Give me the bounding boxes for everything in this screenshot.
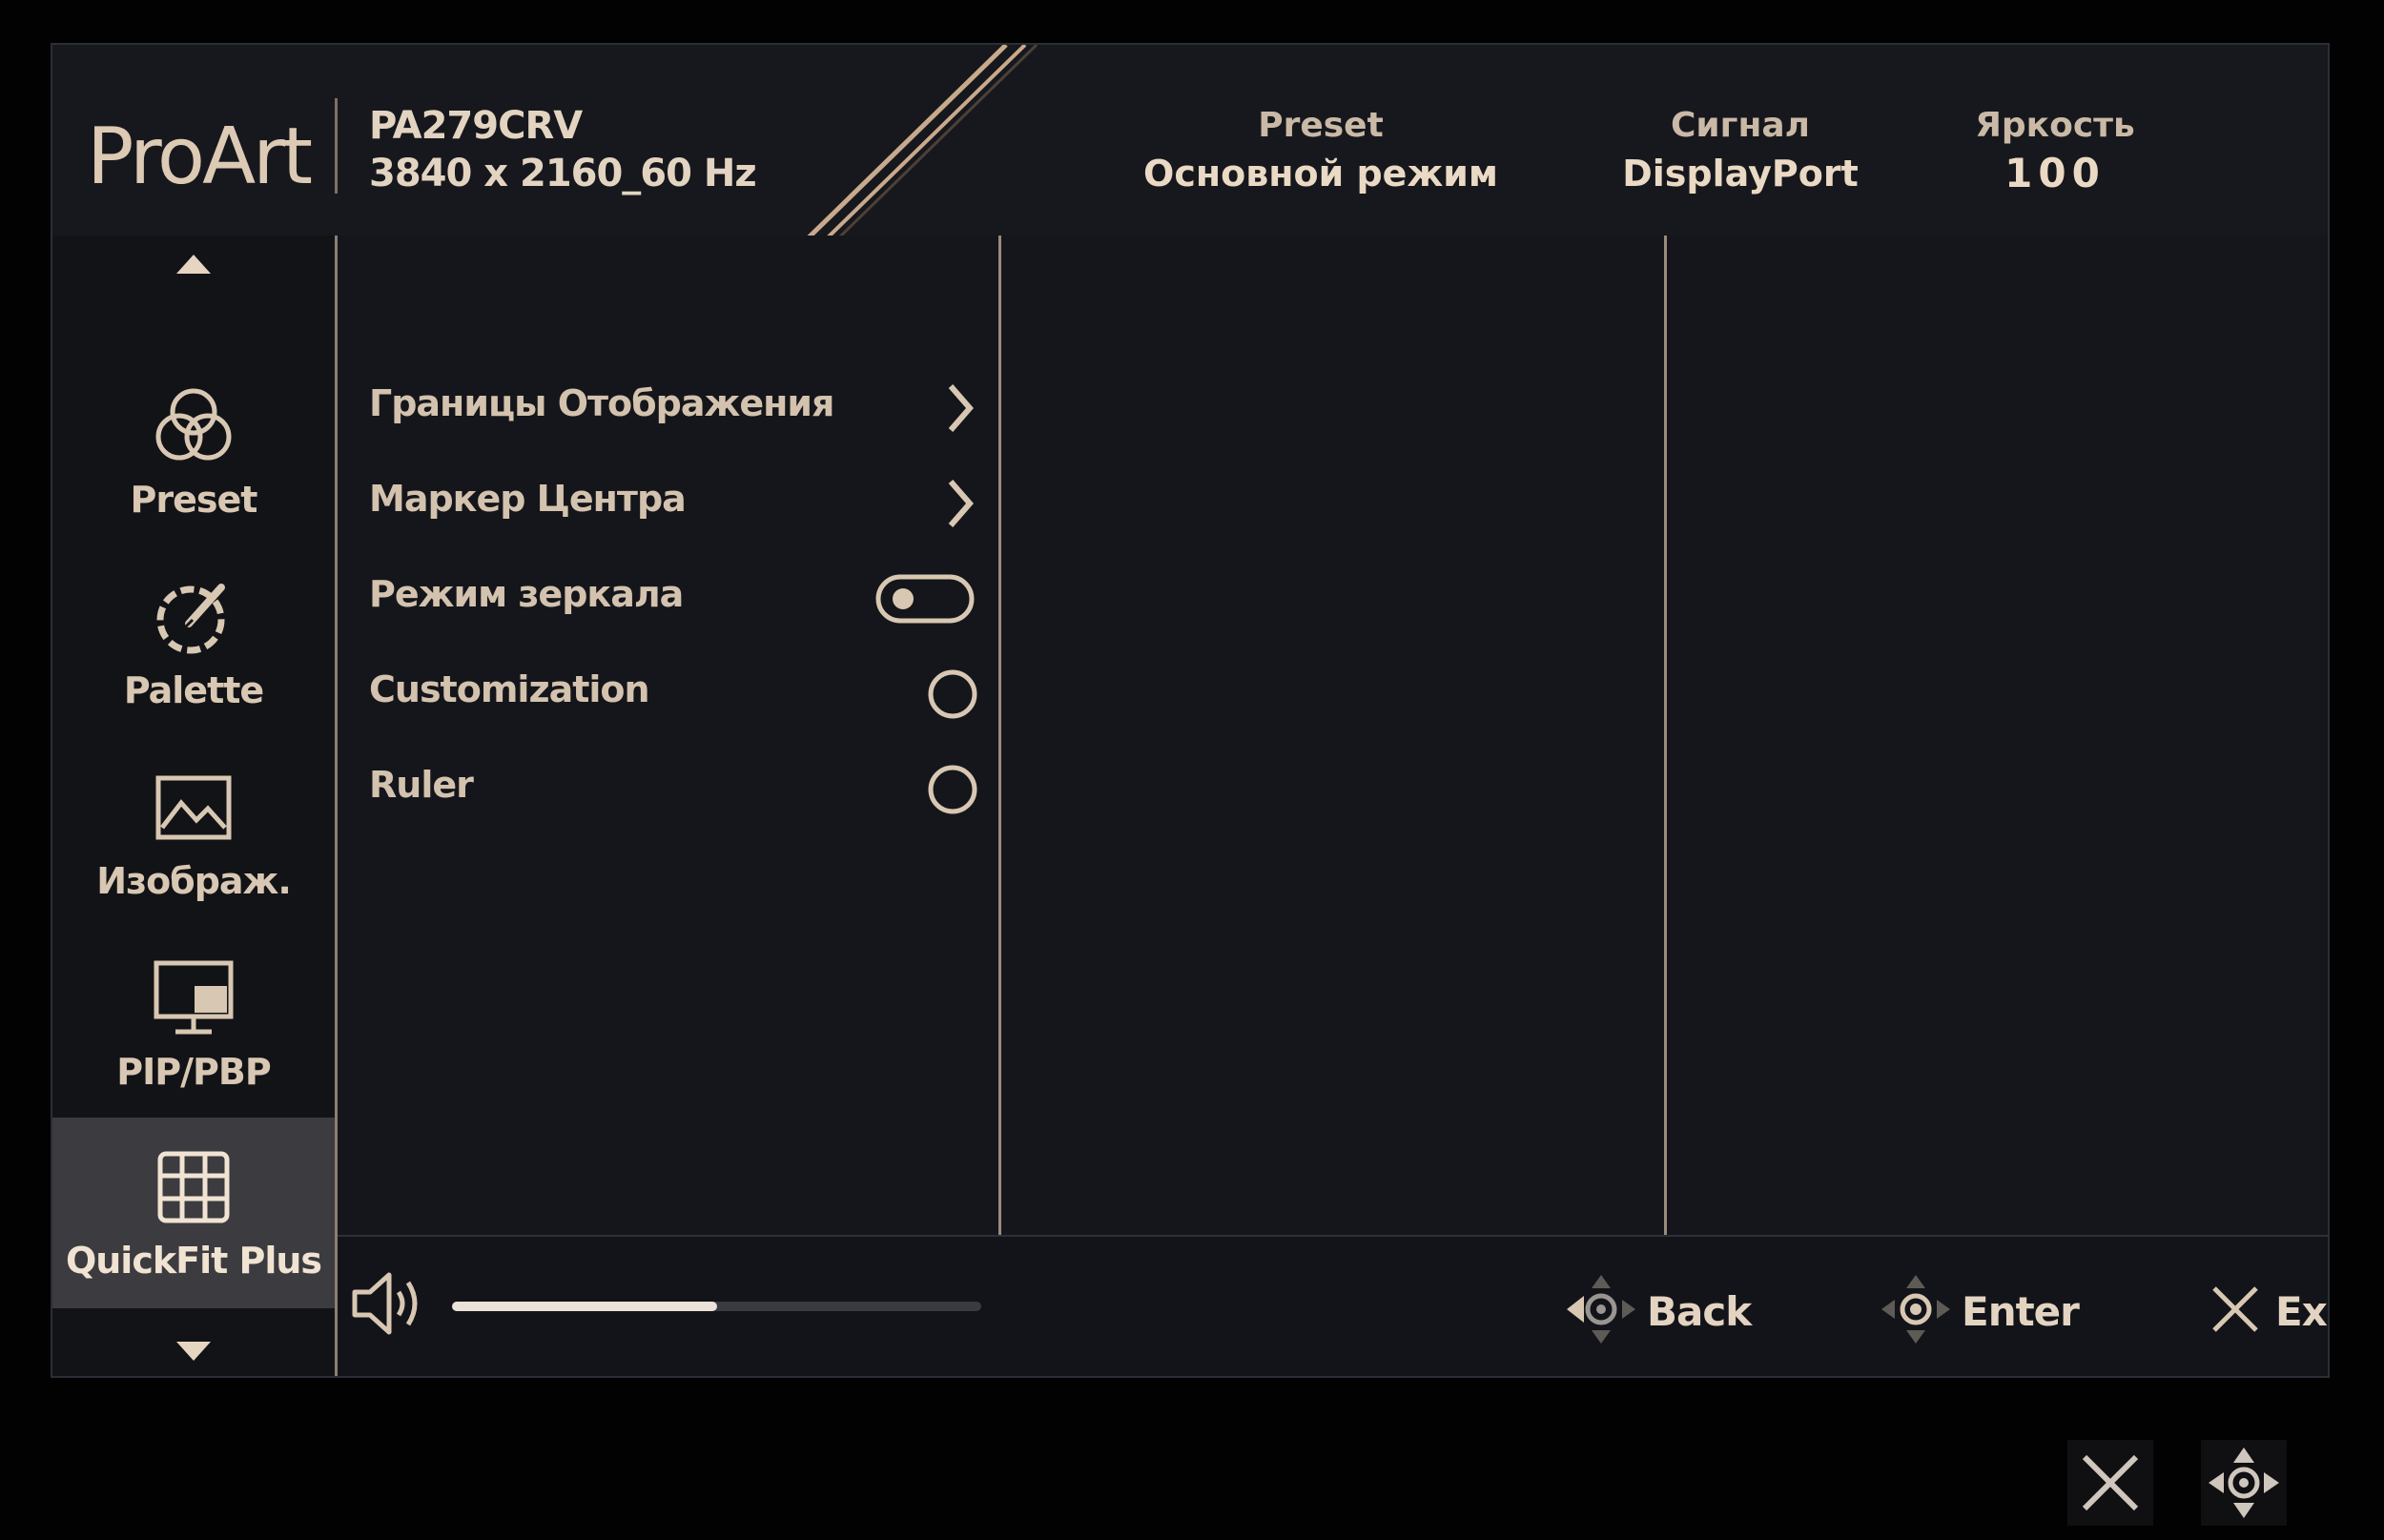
header-brightness-info: Яркость 100	[1950, 102, 2160, 197]
signal-value: DisplayPort	[1622, 153, 1859, 195]
sidebar-item-preset[interactable]: Preset	[52, 374, 335, 565]
sidebar-item-label: QuickFit Plus	[65, 1240, 322, 1282]
preset-value: Основной режим	[1143, 153, 1498, 195]
volume-speaker-icon	[352, 1272, 418, 1335]
preset-label: Preset	[1258, 106, 1384, 145]
preset-rings-icon	[155, 388, 232, 461]
volume-slider[interactable]	[452, 1302, 981, 1311]
radio-button-empty[interactable]	[874, 756, 979, 823]
sidebar-divider	[335, 236, 338, 1376]
hardware-joystick-icon	[2201, 1440, 2287, 1526]
hardware-close-icon	[2067, 1440, 2153, 1526]
sidebar-item-image[interactable]: Изображ.	[52, 755, 335, 946]
enter-label: Enter	[1962, 1288, 2080, 1335]
sidebar-item-label: PIP/PBP	[116, 1051, 271, 1093]
header-preset-info: Preset Основной режим	[1130, 102, 1511, 197]
joystick-press-icon	[1881, 1275, 1950, 1344]
back-button[interactable]: Back	[1563, 1265, 1754, 1351]
exit-label: Exit	[2275, 1288, 2328, 1335]
volume-slider-fill	[452, 1302, 717, 1311]
scroll-up-arrow-icon[interactable]	[52, 245, 335, 284]
back-label: Back	[1647, 1288, 1752, 1335]
header-signal-info: Сигнал DisplayPort	[1616, 102, 1864, 197]
menu-item-ruler[interactable]: Ruler	[369, 750, 979, 827]
sidebar-item-palette[interactable]: Palette	[52, 565, 335, 755]
enter-button[interactable]: Enter	[1878, 1265, 2087, 1351]
sidebar-item-label: Preset	[130, 479, 258, 521]
osd-footer: Back Enter Exit	[338, 1235, 2328, 1376]
sidebar-item-label: Palette	[123, 669, 264, 711]
chevron-right-icon	[948, 480, 974, 527]
sidebar-item-label: Изображ.	[96, 860, 292, 902]
osd-sidebar: Preset Palette Изображ. PIP/PBP QuickFit…	[52, 236, 335, 1376]
osd-header: ProArt PA279CRV 3840 x 2160_60 Hz Preset…	[52, 45, 2328, 236]
grid-icon	[157, 1151, 230, 1223]
model-info: PA279CRV 3840 x 2160_60 Hz	[369, 102, 757, 197]
menu-item-mirror-mode[interactable]: Режим зеркала	[369, 560, 979, 636]
menu-item-label: Customization	[369, 668, 650, 710]
menu-item-center-marker[interactable]: Маркер Центра	[369, 464, 979, 541]
palette-icon	[156, 584, 225, 654]
brand-logo: ProArt	[87, 112, 313, 202]
model-name: PA279CRV	[369, 104, 583, 148]
resolution-readout: 3840 x 2160_60 Hz	[369, 152, 757, 195]
menu-item-label: Режим зеркала	[369, 573, 684, 615]
sidebar-item-quickfit-plus[interactable]: QuickFit Plus	[52, 1118, 335, 1308]
column-divider-1	[998, 236, 1001, 1235]
menu-item-customization[interactable]: Customization	[369, 655, 979, 731]
brightness-label: Яркость	[1975, 106, 2135, 145]
sidebar-item-pip-pbp[interactable]: PIP/PBP	[52, 946, 335, 1137]
osd-panel: ProArt PA279CRV 3840 x 2160_60 Hz Preset…	[51, 43, 2330, 1378]
chevron-right-icon	[948, 384, 974, 432]
joystick-left-icon	[1567, 1275, 1635, 1344]
signal-label: Сигнал	[1671, 106, 1810, 145]
close-icon	[2212, 1286, 2258, 1332]
menu-item-display-borders[interactable]: Границы Отображения	[369, 369, 979, 445]
brightness-value: 100	[2004, 150, 2106, 196]
menu-item-label: Маркер Центра	[369, 478, 687, 520]
column-divider-2	[1664, 236, 1667, 1235]
pip-monitor-icon	[154, 960, 234, 1035]
menu-item-label: Ruler	[369, 764, 474, 806]
exit-button[interactable]: Exit	[2207, 1265, 2328, 1351]
menu-item-label: Границы Отображения	[369, 382, 834, 424]
brand-separator	[335, 98, 338, 194]
radio-button-empty[interactable]	[874, 661, 979, 728]
image-icon	[155, 775, 232, 840]
toggle-switch-off[interactable]	[874, 565, 979, 632]
header-decor-stripes	[807, 45, 1038, 236]
scroll-down-arrow-icon[interactable]	[52, 1332, 335, 1371]
